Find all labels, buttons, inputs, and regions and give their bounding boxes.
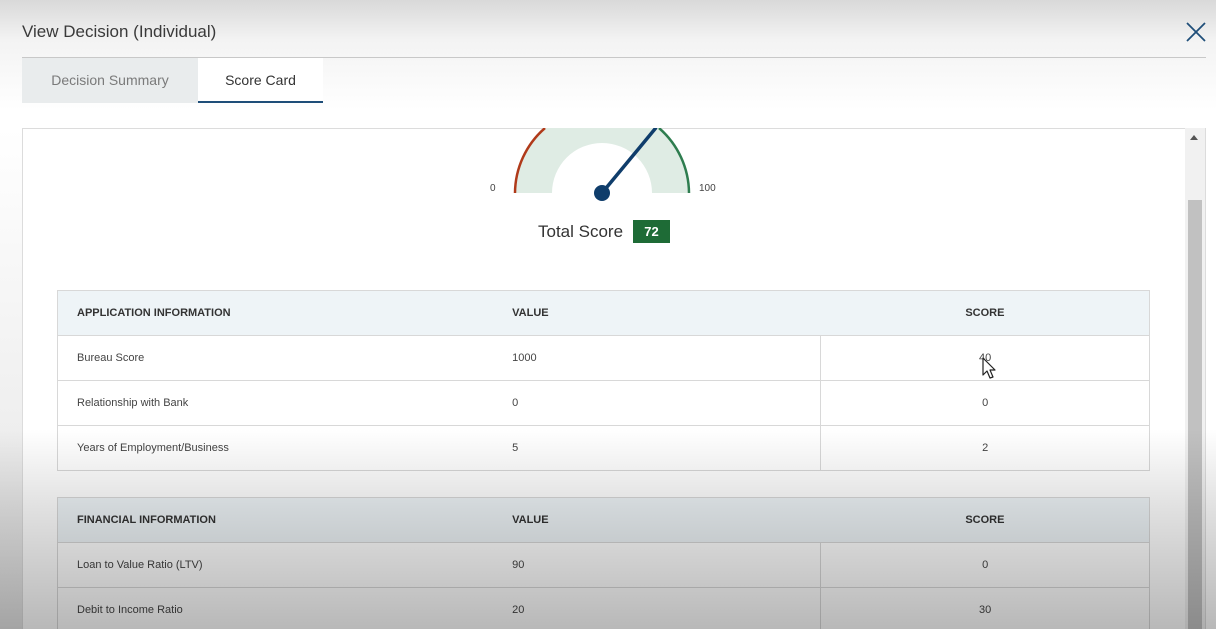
table-row: Debit to Income Ratio 20 30 — [57, 587, 1150, 629]
left-gutter — [0, 128, 22, 629]
gauge-track — [515, 128, 689, 193]
column-header-value: VALUE — [493, 290, 821, 336]
total-score-label: Total Score — [538, 222, 624, 241]
gauge-hub — [594, 185, 610, 201]
row-label: Relationship with Bank — [57, 380, 494, 426]
gauge-min-label: 0 — [490, 183, 496, 194]
column-header-application-information: APPLICATION INFORMATION — [57, 290, 494, 336]
table-row: Relationship with Bank 0 0 — [57, 380, 1150, 426]
tab-decision-summary[interactable]: Decision Summary — [22, 58, 198, 103]
table-header-row: APPLICATION INFORMATION VALUE SCORE — [57, 290, 1150, 336]
score-gauge — [513, 128, 691, 201]
tab-score-card[interactable]: Score Card — [198, 58, 323, 103]
column-header-score: SCORE — [820, 290, 1150, 336]
mouse-pointer-icon — [982, 357, 996, 379]
dialog-title: View Decision (Individual) — [22, 22, 217, 41]
scroll-up-arrow-icon[interactable] — [1190, 135, 1198, 140]
financial-information-table: FINANCIAL INFORMATION VALUE SCORE Loan t… — [57, 497, 1150, 629]
tab-bar: Decision Summary Score Card — [22, 58, 323, 103]
column-header-value: VALUE — [493, 497, 821, 543]
column-header-financial-information: FINANCIAL INFORMATION — [57, 497, 494, 543]
row-label: Years of Employment/Business — [57, 425, 494, 471]
scroll-thumb[interactable] — [1188, 200, 1202, 629]
table-row: Years of Employment/Business 5 2 — [57, 425, 1150, 471]
row-score: 0 — [820, 542, 1150, 588]
vertical-scrollbar[interactable] — [1185, 128, 1205, 629]
row-score: 2 — [820, 425, 1150, 471]
row-label: Debit to Income Ratio — [57, 587, 494, 629]
row-label: Loan to Value Ratio (LTV) — [57, 542, 494, 588]
row-value: 0 — [493, 380, 821, 426]
row-value: 1000 — [493, 335, 821, 381]
row-score: 30 — [820, 587, 1150, 629]
gauge-max-label: 100 — [699, 183, 716, 194]
row-value: 20 — [493, 587, 821, 629]
table-row: Loan to Value Ratio (LTV) 90 0 — [57, 542, 1150, 588]
close-icon[interactable] — [1184, 20, 1208, 44]
table-header-row: FINANCIAL INFORMATION VALUE SCORE — [57, 497, 1150, 543]
row-value: 5 — [493, 425, 821, 471]
row-score: 0 — [820, 380, 1150, 426]
column-header-score: SCORE — [820, 497, 1150, 543]
row-label: Bureau Score — [57, 335, 494, 381]
total-score-badge: 72 — [633, 220, 670, 243]
row-value: 90 — [493, 542, 821, 588]
